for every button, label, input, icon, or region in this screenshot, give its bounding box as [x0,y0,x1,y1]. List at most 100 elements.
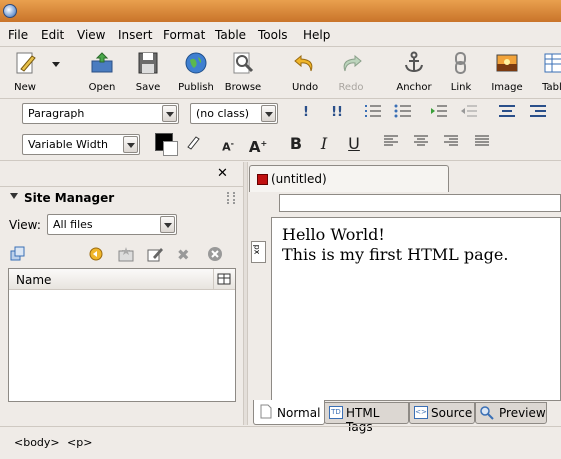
outdent-icon[interactable] [458,103,480,123]
floppy-disk-icon [138,52,158,74]
bullet-list-icon[interactable] [392,103,414,123]
table-button[interactable]: Table [530,50,561,94]
preview-magnifier-icon [480,406,494,420]
name-column-header[interactable]: Name [16,273,51,287]
chevron-down-icon [261,105,276,122]
delete-x-icon[interactable]: ✖ [177,246,190,264]
file-tree[interactable]: Name [8,268,236,402]
menu-insert[interactable]: Insert [118,28,152,42]
image-icon [496,54,518,72]
edit-page-glyph [147,248,163,262]
bullet-list-glyph [394,104,411,118]
align-block-icon[interactable] [496,103,518,123]
refresh-arrow-glyph [89,247,103,261]
italic-button[interactable]: I [313,134,335,154]
anchor-button[interactable]: Anchor [389,50,439,94]
eraser-icon[interactable] [182,134,204,154]
redo-arrow-icon [343,54,362,72]
document-tab[interactable]: (untitled) [249,165,449,192]
tab-normal[interactable]: Normal [253,400,325,425]
browse-button[interactable]: Browse [218,50,268,94]
stop-circle-glyph [208,247,222,261]
source-code-icon: <> [414,406,428,419]
undo-button[interactable]: Undo [280,50,330,94]
larger-font-icon[interactable]: A+ [247,134,269,156]
status-tag-body[interactable]: <body> [14,436,60,449]
bold-button[interactable]: B [285,134,307,154]
indent-icon[interactable] [428,103,450,123]
stop-icon[interactable] [207,246,223,265]
numbered-list-glyph [365,105,381,117]
new-dropdown-arrow[interactable] [46,50,66,94]
site-list-icon[interactable] [10,246,26,265]
page-icon [260,404,272,419]
collapse-arrow-icon[interactable] [10,193,18,199]
chain-link-icon [455,52,466,74]
td-tag-icon: TD [329,406,343,419]
link-button[interactable]: Link [436,50,486,94]
formatbar-separator [0,160,561,161]
underline-button[interactable]: U [343,134,365,154]
menu-bar: File Edit View Insert Format Table Tools… [0,23,561,46]
align-wrap-glyph [530,105,546,117]
menu-table[interactable]: Table [215,28,246,42]
align-left-icon[interactable] [380,134,402,154]
background-color-swatch[interactable] [163,141,178,156]
text-line[interactable]: Hello World! [282,225,508,245]
view-filter-select[interactable]: All files [47,214,177,235]
menu-file[interactable]: File [8,28,28,42]
editor-pane: (untitled) px Hello World! This is my fi… [248,162,561,434]
align-justify-icon[interactable] [471,134,493,154]
align-right-glyph [444,135,458,146]
redo-button[interactable]: Redo [326,50,376,94]
align-wrap-icon[interactable] [527,103,549,123]
font-family-select[interactable]: Variable Width [22,134,140,155]
globe-icon [185,52,207,74]
new-button[interactable]: New [0,50,50,94]
menu-edit[interactable]: Edit [41,28,64,42]
column-picker-icon[interactable] [213,269,234,289]
publish-button[interactable]: Publish [171,50,221,94]
align-center-icon[interactable] [410,134,432,154]
document-canvas[interactable]: Hello World! This is my first HTML page. [271,217,561,401]
main-toolbar: New Open Save Publish Browse Undo Redo A… [0,46,561,96]
pencil-eraser-glyph [187,136,200,150]
column-picker-glyph [217,273,231,285]
tab-preview[interactable]: Preview [475,402,547,424]
tab-html-tags[interactable]: TD HTML Tags [324,402,409,434]
tab-source[interactable]: <> Source [409,402,475,424]
menu-help[interactable]: Help [303,28,330,42]
image-button[interactable]: Image [482,50,532,94]
new-folder-icon[interactable] [117,246,135,265]
class-select[interactable]: (no class) [190,103,278,124]
status-tag-p[interactable]: <p> [67,436,92,449]
windows-icon [10,246,25,261]
site-manager-title: Site Manager [24,191,115,205]
horizontal-ruler[interactable] [279,194,561,212]
numbered-list-icon[interactable] [362,103,384,123]
paragraph-format-select[interactable]: Paragraph [22,103,179,124]
save-button[interactable]: Save [123,50,173,94]
refresh-icon[interactable] [87,246,105,265]
emphasis-icon[interactable]: ! [295,103,317,123]
align-right-icon[interactable] [440,134,462,154]
menu-format[interactable]: Format [163,28,205,42]
undo-arrow-icon [294,54,313,72]
document-modified-icon [257,174,268,185]
view-label: View: [9,218,41,232]
smaller-font-icon[interactable]: A- [217,134,239,154]
close-icon[interactable]: ✕ [217,166,228,181]
menu-view[interactable]: View [77,28,105,42]
document-tab-title: (untitled) [271,172,327,186]
vertical-ruler-unit[interactable]: px [251,241,266,263]
align-block-glyph [499,105,515,117]
menu-tools[interactable]: Tools [258,28,288,42]
open-folder-icon [91,52,113,73]
open-button[interactable]: Open [77,50,127,94]
edit-site-icon[interactable] [146,246,164,265]
strong-emphasis-icon[interactable]: !! [326,103,348,123]
text-line[interactable]: This is my first HTML page. [282,245,508,265]
drag-handle-icon[interactable] [227,192,235,204]
file-tree-header: Name [9,269,235,290]
document-text[interactable]: Hello World! This is my first HTML page. [282,225,508,265]
